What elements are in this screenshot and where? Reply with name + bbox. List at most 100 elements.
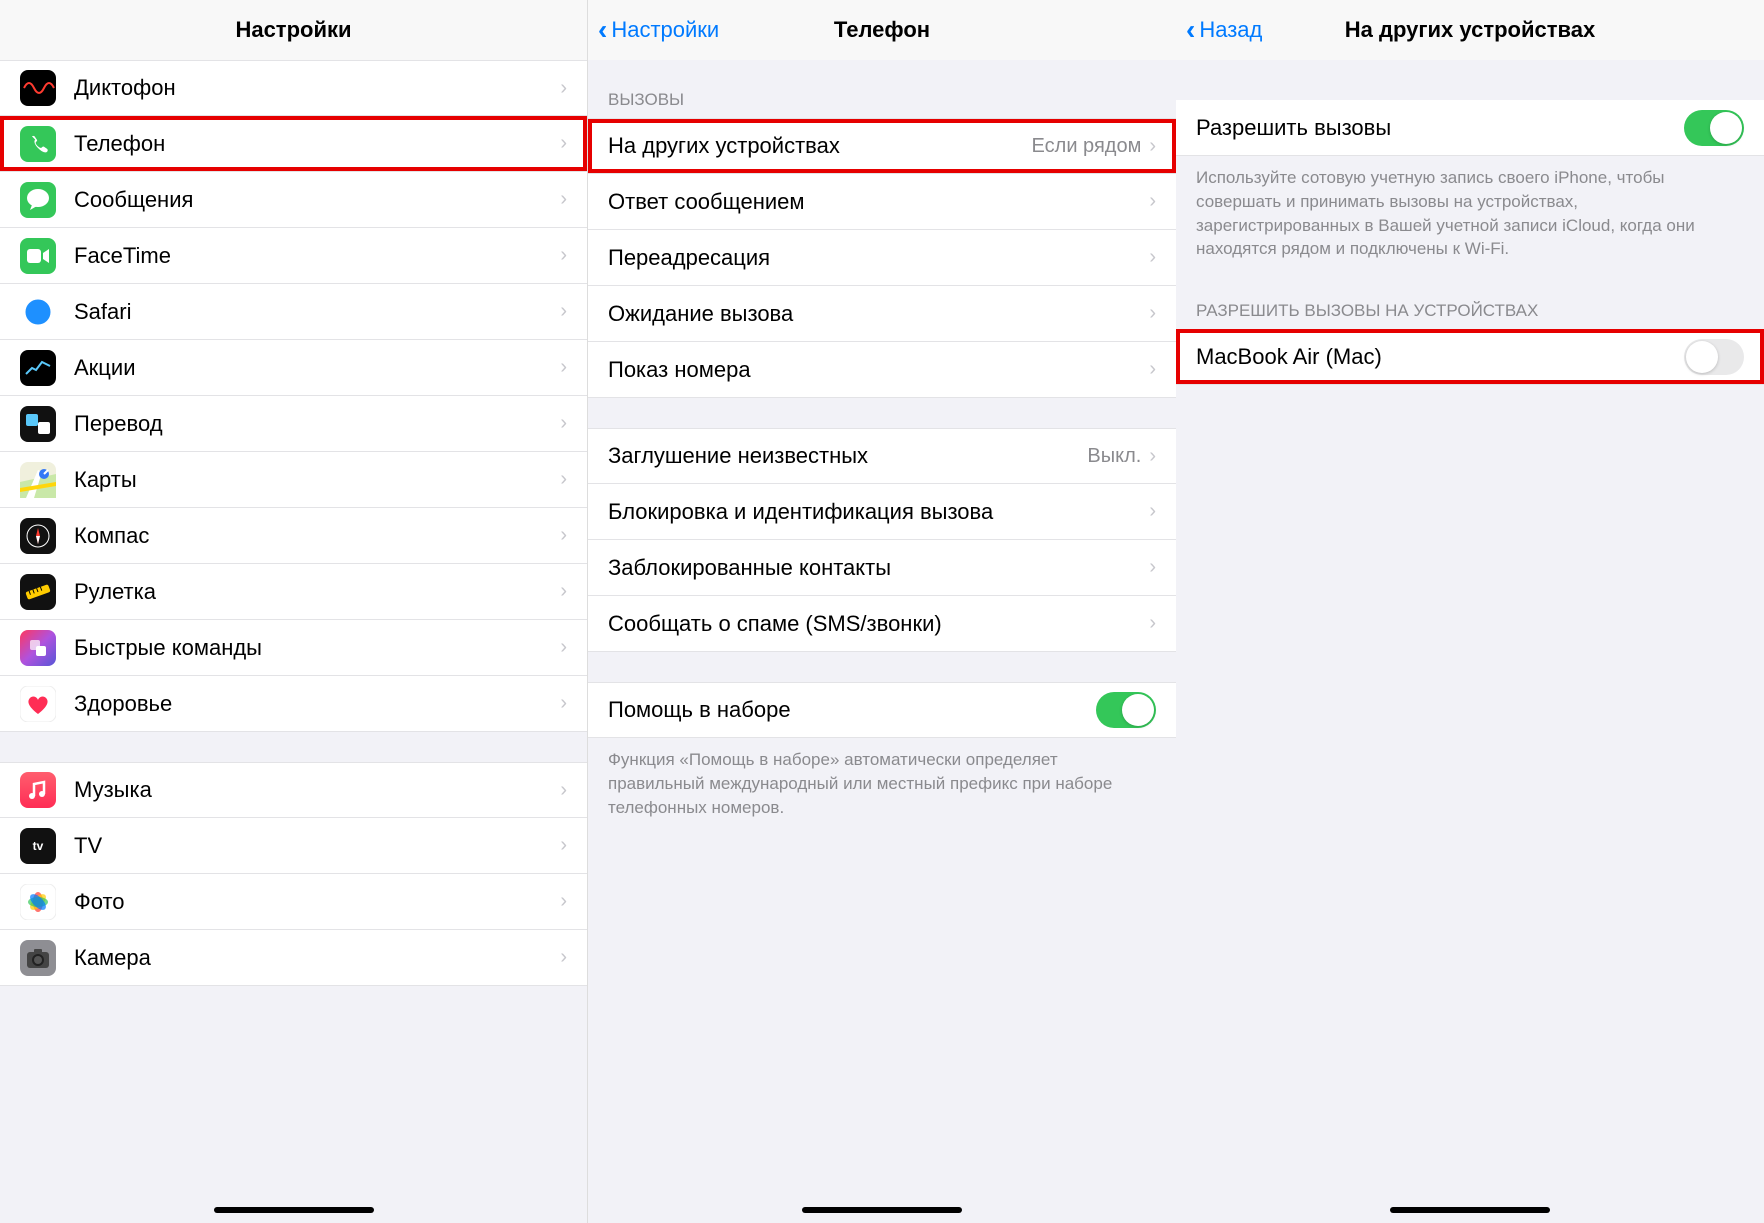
safari-icon bbox=[20, 294, 56, 330]
settings-row[interactable]: tv TV› bbox=[0, 818, 587, 874]
row-label: Ожидание вызова bbox=[608, 301, 1149, 327]
row-label: Блокировка и идентификация вызова bbox=[608, 499, 1149, 525]
settings-row[interactable]: Заблокированные контакты› bbox=[588, 540, 1176, 596]
header: ‹ Назад На других устройствах bbox=[1176, 0, 1764, 60]
voice-memos-icon bbox=[20, 70, 56, 106]
settings-row[interactable]: Фото› bbox=[0, 874, 587, 930]
settings-row[interactable]: Перевод› bbox=[0, 396, 587, 452]
settings-row[interactable]: Ожидание вызова› bbox=[588, 286, 1176, 342]
settings-row[interactable]: Помощь в наборе bbox=[588, 682, 1176, 738]
settings-row[interactable]: Ответ сообщением› bbox=[588, 174, 1176, 230]
allow-calls-toggle[interactable] bbox=[1684, 110, 1744, 146]
back-button[interactable]: ‹ Назад bbox=[1186, 14, 1262, 46]
device-label: MacBook Air (Mac) bbox=[1196, 344, 1684, 370]
settings-row[interactable]: Переадресация› bbox=[588, 230, 1176, 286]
back-button[interactable]: ‹ Настройки bbox=[598, 14, 719, 46]
row-label: Здоровье bbox=[74, 691, 560, 717]
settings-row[interactable]: Быстрые команды› bbox=[0, 620, 587, 676]
section-header-calls: ВЫЗОВЫ bbox=[588, 60, 1176, 118]
chevron-right-icon: › bbox=[560, 188, 567, 211]
health-icon bbox=[20, 686, 56, 722]
settings-row[interactable]: Музыка› bbox=[0, 762, 587, 818]
chevron-right-icon: › bbox=[1149, 190, 1156, 213]
settings-row[interactable]: Карты› bbox=[0, 452, 587, 508]
svg-text:tv: tv bbox=[33, 839, 44, 853]
device-toggle[interactable] bbox=[1684, 339, 1744, 375]
row-label: Заблокированные контакты bbox=[608, 555, 1149, 581]
chevron-right-icon: › bbox=[1149, 500, 1156, 523]
chevron-right-icon: › bbox=[560, 946, 567, 969]
row-label: Фото bbox=[74, 889, 560, 915]
page-title: Настройки bbox=[235, 17, 351, 43]
chevron-right-icon: › bbox=[560, 132, 567, 155]
spacer bbox=[588, 652, 1176, 682]
settings-row[interactable]: Блокировка и идентификация вызова› bbox=[588, 484, 1176, 540]
row-label: Диктофон bbox=[74, 75, 560, 101]
settings-screen: Настройки Диктофон›Телефон›Сообщения›Fac… bbox=[0, 0, 588, 1223]
row-label: FaceTime bbox=[74, 243, 560, 269]
settings-row[interactable]: На других устройствахЕсли рядом› bbox=[588, 118, 1176, 174]
header: ‹ Настройки Телефон bbox=[588, 0, 1176, 60]
chevron-right-icon: › bbox=[560, 300, 567, 323]
settings-row[interactable]: FaceTime› bbox=[0, 228, 587, 284]
device-row-macbook[interactable]: MacBook Air (Mac) bbox=[1176, 329, 1764, 385]
settings-row[interactable]: Сообщать о спаме (SMS/звонки)› bbox=[588, 596, 1176, 652]
section-header-devices: РАЗРЕШИТЬ ВЫЗОВЫ НА УСТРОЙСТВАХ bbox=[1176, 271, 1764, 329]
chevron-right-icon: › bbox=[1149, 302, 1156, 325]
row-toggle[interactable] bbox=[1096, 692, 1156, 728]
row-label: Помощь в наборе bbox=[608, 697, 1096, 723]
row-label: Карты bbox=[74, 467, 560, 493]
settings-row[interactable]: Камера› bbox=[0, 930, 587, 986]
tv-icon: tv bbox=[20, 828, 56, 864]
phone-settings-screen: ‹ Настройки Телефон ВЫЗОВЫ На других уст… bbox=[588, 0, 1176, 1223]
other-devices-screen: ‹ Назад На других устройствах Разрешить … bbox=[1176, 0, 1764, 1223]
camera-icon bbox=[20, 940, 56, 976]
settings-row[interactable]: Рулетка› bbox=[0, 564, 587, 620]
chevron-right-icon: › bbox=[1149, 556, 1156, 579]
row-label: TV bbox=[74, 833, 560, 859]
messages-icon bbox=[20, 182, 56, 218]
maps-icon bbox=[20, 462, 56, 498]
chevron-right-icon: › bbox=[560, 524, 567, 547]
settings-row[interactable]: Заглушение неизвестныхВыкл.› bbox=[588, 428, 1176, 484]
compass-icon bbox=[20, 518, 56, 554]
settings-row[interactable]: Компас› bbox=[0, 508, 587, 564]
settings-row[interactable]: Здоровье› bbox=[0, 676, 587, 732]
settings-row[interactable]: Сообщения› bbox=[0, 172, 587, 228]
chevron-right-icon: › bbox=[560, 834, 567, 857]
settings-row[interactable]: Safari› bbox=[0, 284, 587, 340]
phone-icon bbox=[20, 126, 56, 162]
chevron-right-icon: › bbox=[560, 692, 567, 715]
chevron-right-icon: › bbox=[1149, 358, 1156, 381]
row-label: На других устройствах bbox=[608, 133, 1032, 159]
settings-row[interactable]: Диктофон› bbox=[0, 60, 587, 116]
settings-row[interactable]: Акции› bbox=[0, 340, 587, 396]
row-label: Компас bbox=[74, 523, 560, 549]
row-label: Камера bbox=[74, 945, 560, 971]
photos-icon bbox=[20, 884, 56, 920]
row-label: Акции bbox=[74, 355, 560, 381]
row-label: Телефон bbox=[74, 131, 560, 157]
row-label: Сообщать о спаме (SMS/звонки) bbox=[608, 611, 1149, 637]
shortcuts-icon bbox=[20, 630, 56, 666]
row-label: Показ номера bbox=[608, 357, 1149, 383]
settings-list: Диктофон›Телефон›Сообщения›FaceTime›Safa… bbox=[0, 60, 587, 1223]
chevron-right-icon: › bbox=[560, 412, 567, 435]
other-devices-list: Разрешить вызовы Используйте сотовую уче… bbox=[1176, 60, 1764, 1223]
spacer bbox=[0, 732, 587, 762]
chevron-right-icon: › bbox=[560, 77, 567, 100]
back-label: Назад bbox=[1199, 17, 1262, 43]
row-label: Перевод bbox=[74, 411, 560, 437]
page-title: На других устройствах bbox=[1345, 17, 1595, 43]
allow-calls-row[interactable]: Разрешить вызовы bbox=[1176, 100, 1764, 156]
row-label: Рулетка bbox=[74, 579, 560, 605]
home-indicator[interactable] bbox=[802, 1207, 962, 1213]
home-indicator[interactable] bbox=[1390, 1207, 1550, 1213]
settings-row[interactable]: Показ номера› bbox=[588, 342, 1176, 398]
allow-calls-label: Разрешить вызовы bbox=[1196, 115, 1684, 141]
settings-row[interactable]: Телефон› bbox=[0, 116, 587, 172]
chevron-right-icon: › bbox=[560, 580, 567, 603]
home-indicator[interactable] bbox=[214, 1207, 374, 1213]
chevron-left-icon: ‹ bbox=[598, 14, 607, 46]
chevron-left-icon: ‹ bbox=[1186, 14, 1195, 46]
